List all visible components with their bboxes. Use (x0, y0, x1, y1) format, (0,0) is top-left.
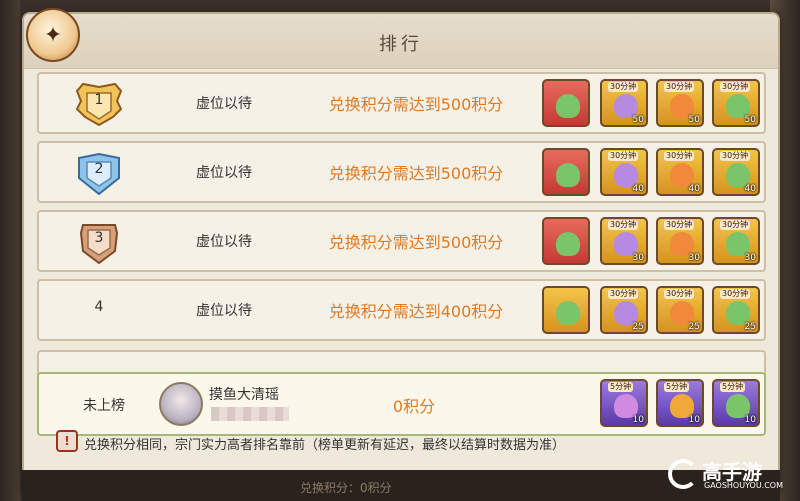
self-score: 0积分 (392, 397, 436, 416)
self-player-name: 摸鱼大清瑶 (209, 387, 279, 403)
ranking-row: 3 虚位以待 兑换积分需达到500积分 30分钟 30 30分钟 30 30分钟 30 (37, 210, 766, 272)
bottom-score-text: 兑换积分：0积分 (300, 481, 392, 495)
player-name: 虚位以待 (196, 234, 252, 250)
logo-sub-text: GAOSHOUYOU.COM (704, 481, 784, 490)
rank-number: 4 (94, 299, 104, 315)
reward-item-icon[interactable]: 30分钟 50 (600, 79, 648, 127)
rank-number: 3 (94, 230, 104, 246)
ranking-row: 1 虚位以待 兑换积分需达到500积分 30分钟 50 30分钟 50 30分钟 50 (37, 72, 766, 134)
requirement-text: 兑换积分需达到500积分 (328, 164, 504, 183)
reward-item-icon[interactable]: 30分钟 30 (600, 217, 648, 265)
reward-item-icon[interactable]: 30分钟 25 (712, 286, 760, 334)
requirement-text: 兑换积分需达到500积分 (328, 233, 504, 252)
player-name: 虚位以待 (196, 96, 252, 112)
reward-item-icon[interactable]: 5分钟 10 (600, 379, 648, 427)
reward-item-icon[interactable]: 30分钟 30 (656, 217, 704, 265)
reward-item-icon[interactable]: 30分钟 25 (600, 286, 648, 334)
ranking-panel: 排行 ✦ 1 虚位以待 兑换积分需达到500积分 30分钟 50 30分钟 50 3… (22, 8, 780, 494)
reward-item-icon[interactable]: 30分钟 40 (600, 148, 648, 196)
player-name: 虚位以待 (196, 165, 252, 181)
rank-number: 2 (94, 161, 104, 177)
self-ranking-row: 未上榜 摸鱼大清瑶 0积分 5分钟 10 5分钟 10 5分钟 10 (37, 372, 766, 436)
reward-item-icon[interactable]: 5分钟 10 (656, 379, 704, 427)
reward-item-icon[interactable]: 30分钟 25 (656, 286, 704, 334)
player-name: 虚位以待 (196, 303, 252, 319)
reward-item-icon[interactable] (542, 217, 590, 265)
rank-number: 1 (94, 92, 104, 108)
reward-item-icon[interactable]: 30分钟 30 (712, 217, 760, 265)
reward-item-icon[interactable] (542, 286, 590, 334)
notice-icon: ! (56, 430, 78, 452)
reward-item-icon[interactable]: 30分钟 50 (656, 79, 704, 127)
reward-item-icon[interactable]: 30分钟 50 (712, 79, 760, 127)
self-rank-label: 未上榜 (83, 398, 125, 414)
cat-mascot-icon[interactable]: ✦ (26, 8, 80, 62)
reward-item-icon[interactable] (542, 148, 590, 196)
requirement-text: 兑换积分需达到500积分 (328, 95, 504, 114)
avatar[interactable] (159, 382, 203, 426)
reward-item-icon[interactable]: 30分钟 40 (656, 148, 704, 196)
self-player-id-redacted (211, 407, 289, 421)
ranking-row: 4 虚位以待 兑换积分需达到400积分 30分钟 25 30分钟 25 30分钟 25 (37, 279, 766, 341)
watermark-logo: 高手游 GAOSHOUYOU.COM (666, 456, 786, 496)
reward-item-icon[interactable]: 30分钟 40 (712, 148, 760, 196)
reward-item-icon[interactable]: 5分钟 10 (712, 379, 760, 427)
footer-note: 兑换积分相同，宗门实力高者排名靠前（榜单更新有延迟，最终以结算时数据为准） (84, 438, 566, 453)
ranking-row: 2 虚位以待 兑换积分需达到500积分 30分钟 40 30分钟 40 30分钟 40 (37, 141, 766, 203)
logo-mark-icon (668, 459, 698, 489)
reward-item-icon[interactable] (542, 79, 590, 127)
panel-header: 排行 (24, 14, 778, 69)
requirement-text: 兑换积分需达到400积分 (328, 302, 504, 321)
panel-title: 排行 (379, 34, 423, 55)
background-left (0, 0, 20, 501)
